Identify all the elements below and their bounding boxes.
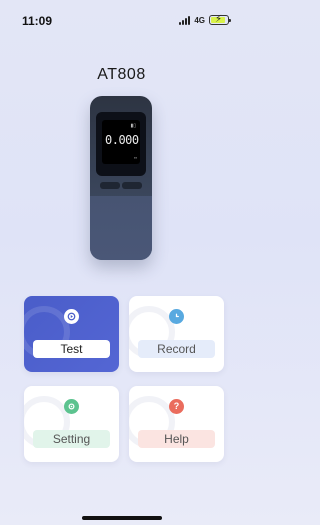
battery-charging-icon: ⚡ [209, 14, 231, 25]
play-icon [64, 309, 79, 324]
status-indicators: 4G ⚡ [179, 14, 231, 26]
breathalyzer-device-image: ▮▯ 0.000 ▪▪ [90, 96, 152, 260]
record-label: Record [138, 340, 215, 358]
clock-icon [169, 309, 184, 324]
question-icon: ? [169, 399, 184, 414]
status-time: 11:09 [22, 14, 53, 28]
settings-icon [64, 399, 79, 414]
status-bar: 11:09 4G ⚡ [0, 0, 243, 40]
device-name: AT808 [97, 66, 146, 83]
setting-button[interactable]: Setting [24, 386, 119, 462]
help-label: Help [138, 430, 215, 448]
unit-icon: ▪▪ [134, 155, 137, 160]
home-indicator[interactable] [82, 516, 162, 520]
record-button[interactable]: Record [129, 296, 224, 372]
screen-reading: 0.000 [105, 133, 139, 147]
test-label: Test [33, 340, 110, 358]
help-button[interactable]: ? Help [129, 386, 224, 462]
test-button[interactable]: Test [24, 296, 119, 372]
network-label: 4G [194, 15, 205, 25]
battery-small-icon: ▮▯ [130, 123, 136, 129]
device-screen: ▮▯ 0.000 ▪▪ [102, 120, 140, 164]
setting-label: Setting [33, 430, 110, 448]
signal-icon [179, 15, 191, 25]
